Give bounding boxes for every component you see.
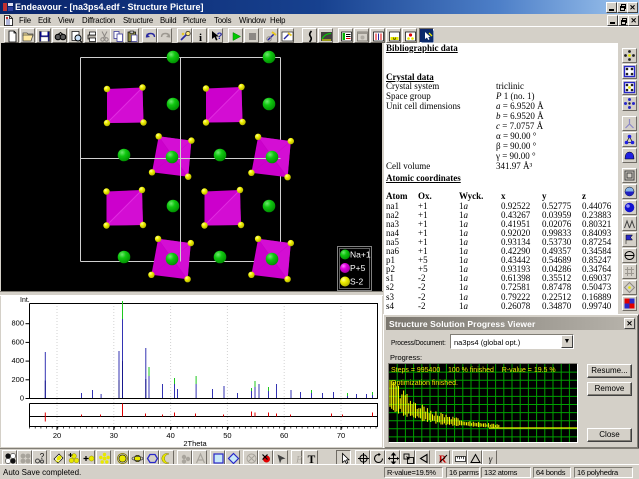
svg-text:?: ?	[217, 31, 223, 42]
svg-text:60: 60	[280, 431, 288, 440]
svg-text:0: 0	[20, 394, 24, 403]
svg-text:S-2: S-2	[350, 277, 364, 287]
svg-text:γ: γ	[489, 454, 493, 464]
svg-text:400: 400	[11, 356, 24, 365]
svg-text:2Theta: 2Theta	[183, 439, 207, 447]
svg-text:800: 800	[11, 319, 24, 328]
svg-text:200: 200	[11, 375, 24, 384]
svg-text:Na+1: Na+1	[350, 250, 371, 260]
svg-text:P+5: P+5	[350, 263, 366, 273]
svg-text:M: M	[393, 36, 396, 41]
svg-text:?: ?	[40, 452, 45, 461]
svg-text:F: F	[295, 455, 302, 465]
svg-text:600: 600	[11, 337, 24, 346]
svg-text:Steps = 995400 100 % finish: Steps = 995400 100 % finished R-value = …	[391, 367, 556, 374]
svg-text:Int.: Int.	[20, 297, 30, 304]
svg-text:30: 30	[110, 431, 118, 440]
svg-text:Optimization finished.: Optimization finished.	[391, 380, 458, 387]
svg-text:20: 20	[53, 431, 61, 440]
svg-text:i: i	[199, 32, 202, 43]
svg-text:40: 40	[166, 431, 174, 440]
svg-text:70: 70	[337, 431, 345, 440]
svg-text:50: 50	[223, 431, 231, 440]
